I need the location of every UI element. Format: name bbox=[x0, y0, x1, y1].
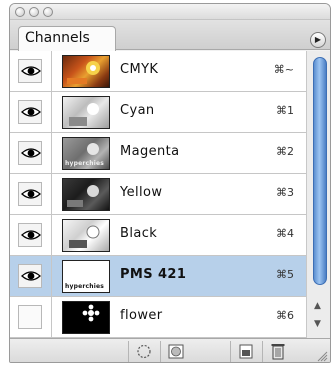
panel-bottom-toolbar bbox=[10, 338, 330, 362]
channel-name: CMYK bbox=[120, 62, 159, 77]
resize-grip-icon[interactable] bbox=[316, 350, 328, 362]
zoom-window-button[interactable] bbox=[43, 7, 53, 17]
visibility-toggle[interactable] bbox=[18, 182, 42, 206]
channel-thumbnail bbox=[62, 55, 110, 88]
channel-thumbnail bbox=[62, 178, 110, 211]
channel-row-pms-421[interactable]: hyperchies PMS 421 ⌘5 bbox=[10, 256, 306, 297]
scroll-down-arrow-icon[interactable]: ▼ bbox=[314, 319, 321, 329]
channel-thumbnail bbox=[62, 219, 110, 252]
eye-icon bbox=[21, 66, 41, 76]
flower-image-icon bbox=[69, 225, 100, 248]
channel-thumbnail bbox=[62, 96, 110, 129]
channel-shortcut: ⌘1 bbox=[276, 104, 294, 117]
visibility-cell[interactable] bbox=[10, 51, 52, 91]
visibility-cell[interactable] bbox=[10, 215, 52, 255]
load-channel-as-selection-button[interactable] bbox=[128, 341, 158, 362]
visibility-toggle[interactable] bbox=[18, 59, 42, 83]
thumbnail-caption: hyperchies bbox=[65, 160, 105, 167]
channel-row-black[interactable]: Black ⌘4 bbox=[10, 215, 306, 256]
eye-icon bbox=[21, 230, 41, 240]
delete-channel-button[interactable] bbox=[262, 341, 292, 362]
visibility-toggle[interactable] bbox=[18, 141, 42, 165]
channel-name: PMS 421 bbox=[120, 267, 187, 282]
visibility-cell[interactable] bbox=[10, 133, 52, 173]
channel-name: Black bbox=[120, 226, 158, 241]
flower-mask-icon bbox=[82, 304, 100, 322]
channel-row-cyan[interactable]: Cyan ⌘1 bbox=[10, 92, 306, 133]
channel-shortcut: ⌘6 bbox=[276, 309, 294, 322]
channel-shortcut: ⌘~ bbox=[273, 63, 294, 76]
close-window-button[interactable] bbox=[15, 7, 25, 17]
channel-name: Cyan bbox=[120, 103, 155, 118]
trash-icon bbox=[271, 344, 285, 360]
channel-thumbnail: hyperchies bbox=[62, 137, 110, 170]
vertical-scrollbar[interactable]: ▲ ▼ bbox=[306, 51, 330, 338]
new-channel-icon bbox=[239, 344, 253, 359]
visibility-toggle[interactable] bbox=[18, 223, 42, 247]
flower-image-icon bbox=[69, 103, 99, 126]
flower-image-icon bbox=[67, 185, 99, 207]
channels-panel: Channels ▶ CMYK ⌘~ Cyan ⌘1 hyperchies Ma… bbox=[9, 3, 331, 363]
thumbnail-caption: hyperchies bbox=[65, 283, 105, 290]
channel-name: flower bbox=[120, 308, 163, 323]
eye-icon bbox=[21, 148, 41, 158]
visibility-cell[interactable] bbox=[10, 174, 52, 214]
channel-thumbnail: hyperchies bbox=[62, 260, 110, 293]
channel-shortcut: ⌘3 bbox=[276, 186, 294, 199]
channel-shortcut: ⌘2 bbox=[276, 145, 294, 158]
minimize-window-button[interactable] bbox=[29, 7, 39, 17]
channel-name: Yellow bbox=[120, 185, 163, 200]
channel-name: Magenta bbox=[120, 144, 180, 159]
eye-icon bbox=[21, 189, 41, 199]
flower-image-icon bbox=[67, 61, 100, 84]
visibility-cell[interactable] bbox=[10, 92, 52, 132]
eye-icon bbox=[21, 271, 41, 281]
load-channel-as-selection-icon bbox=[137, 344, 151, 359]
tab-strip: Channels ▶ bbox=[10, 20, 330, 51]
channel-row-cmyk[interactable]: CMYK ⌘~ bbox=[10, 51, 306, 92]
channel-shortcut: ⌘5 bbox=[276, 268, 294, 281]
visibility-toggle[interactable] bbox=[18, 305, 42, 329]
scrollbar-thumb[interactable] bbox=[313, 57, 327, 285]
channel-list: CMYK ⌘~ Cyan ⌘1 hyperchies Magenta ⌘2 Ye… bbox=[10, 51, 306, 338]
scroll-up-arrow-icon[interactable]: ▲ bbox=[314, 301, 321, 311]
channel-row-magenta[interactable]: hyperchies Magenta ⌘2 bbox=[10, 133, 306, 174]
channel-shortcut: ⌘4 bbox=[276, 227, 294, 240]
channel-row-flower[interactable]: flower ⌘6 bbox=[10, 297, 306, 338]
visibility-cell[interactable] bbox=[10, 256, 52, 296]
visibility-toggle[interactable] bbox=[18, 264, 42, 288]
eye-icon bbox=[21, 107, 41, 117]
channel-row-yellow[interactable]: Yellow ⌘3 bbox=[10, 174, 306, 215]
window-titlebar bbox=[10, 4, 330, 20]
flyout-menu-icon[interactable]: ▶ bbox=[310, 32, 326, 48]
new-channel-button[interactable] bbox=[230, 341, 260, 362]
visibility-toggle[interactable] bbox=[18, 100, 42, 124]
save-selection-as-channel-icon bbox=[168, 344, 184, 359]
visibility-cell[interactable] bbox=[10, 297, 52, 337]
tab-channels[interactable]: Channels bbox=[18, 26, 116, 51]
channel-thumbnail bbox=[62, 301, 110, 334]
save-selection-as-channel-button[interactable] bbox=[160, 341, 190, 362]
